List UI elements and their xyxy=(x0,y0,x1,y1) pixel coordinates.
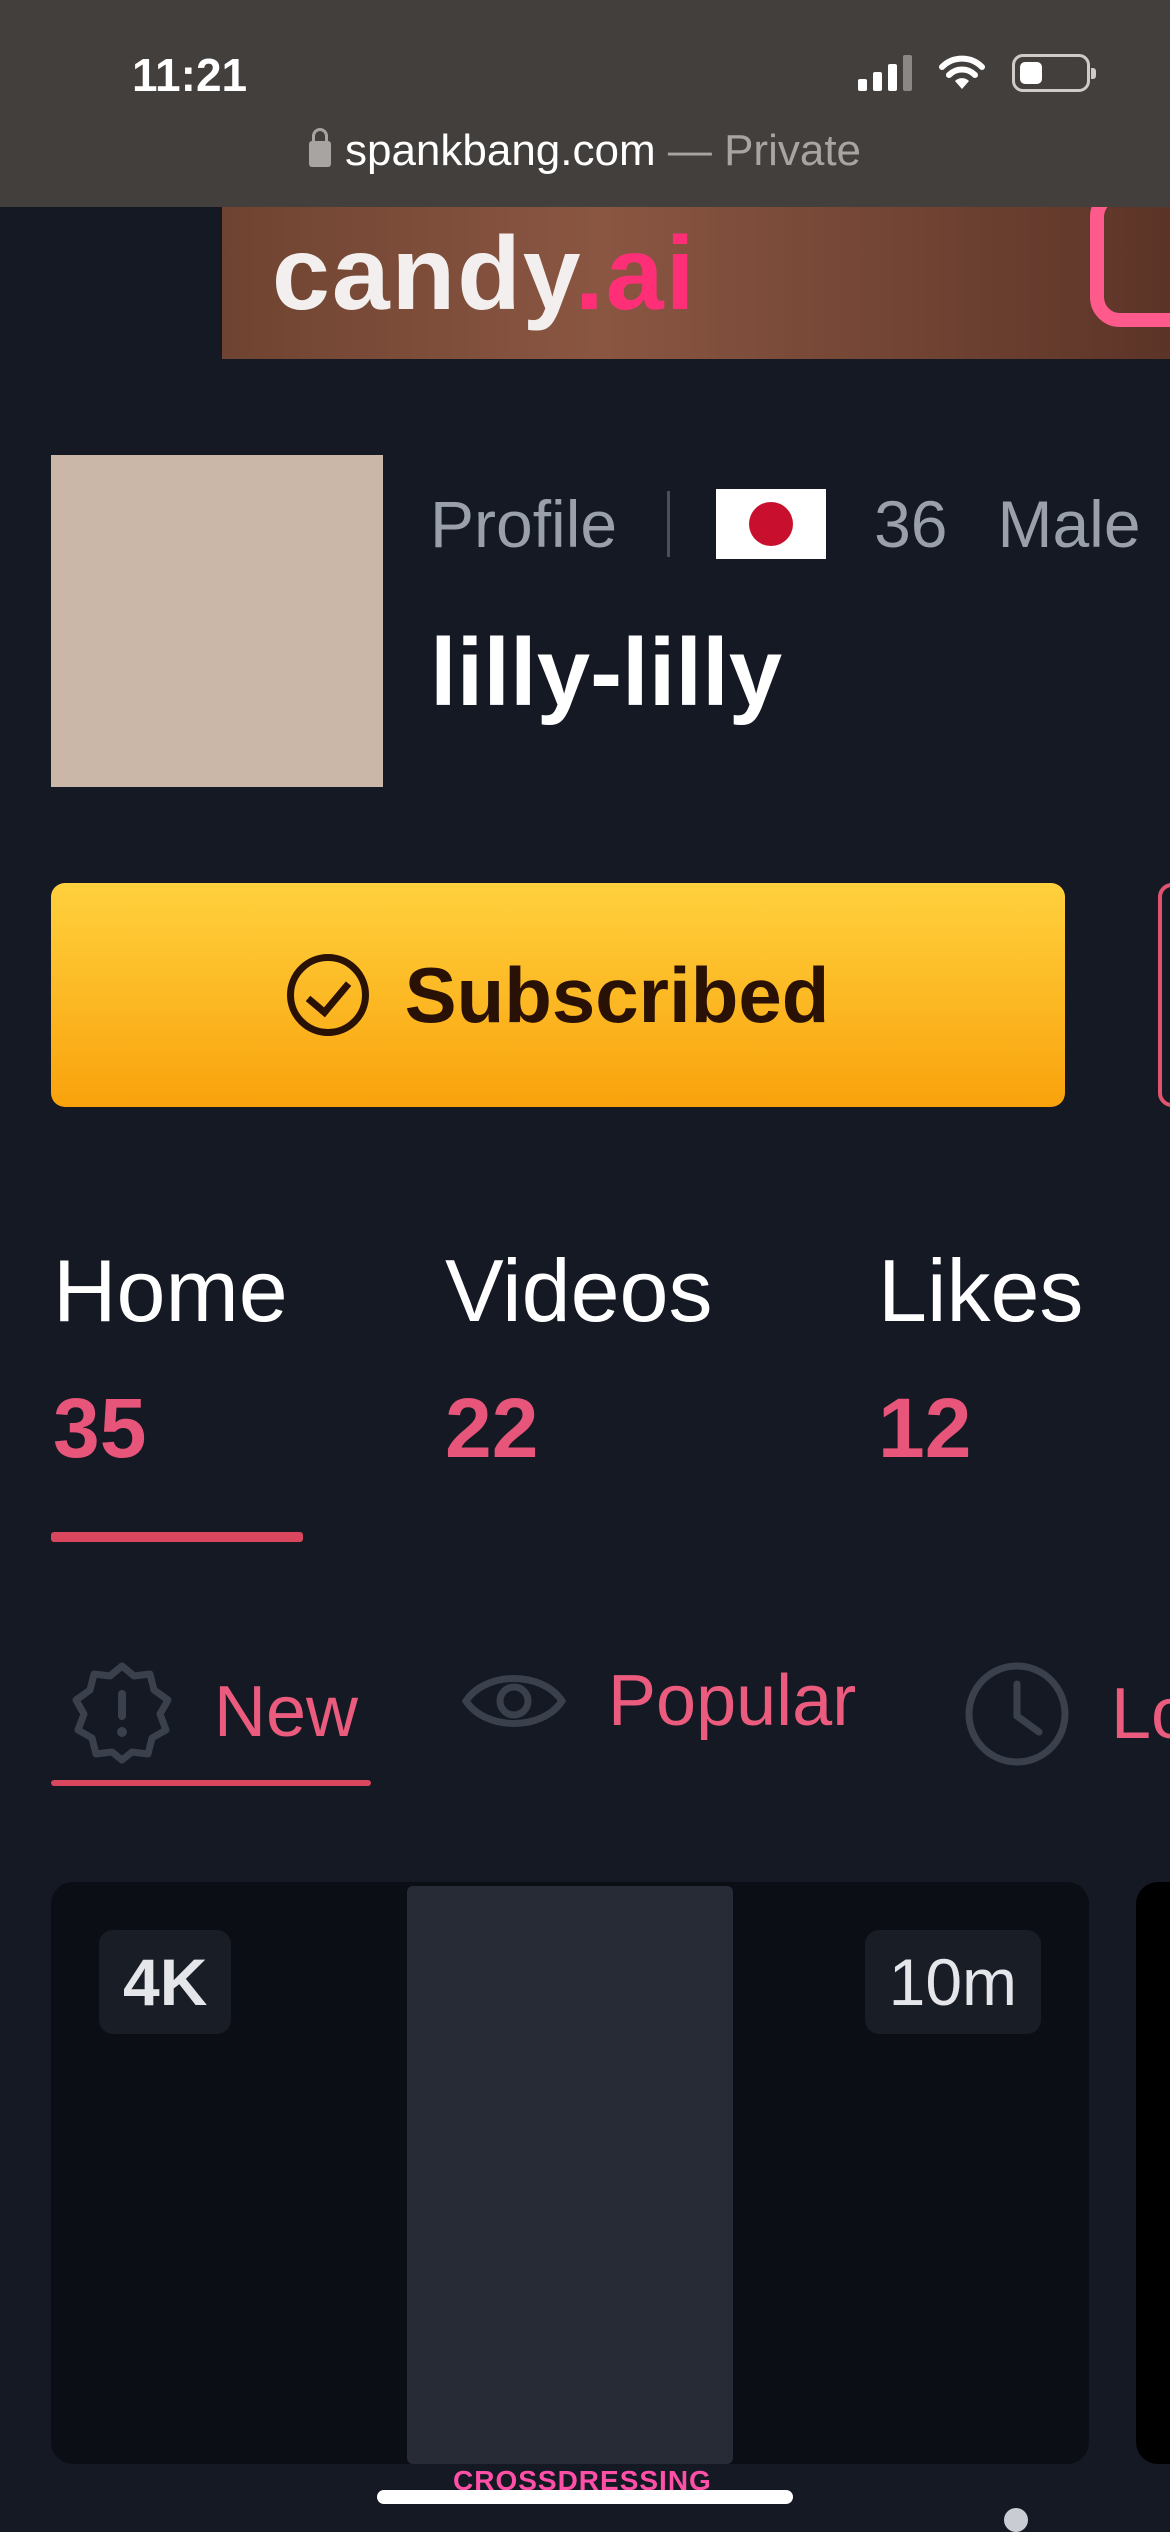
japan-flag-icon xyxy=(716,489,827,559)
sort-longest[interactable]: Lo xyxy=(963,1660,1170,1768)
check-circle-icon xyxy=(286,954,369,1036)
profile-gender: Male xyxy=(997,487,1141,561)
page-dot xyxy=(1004,2508,1028,2532)
lock-icon xyxy=(308,128,331,167)
meta-divider xyxy=(667,491,671,557)
next-video-card[interactable] xyxy=(1136,1882,1170,2464)
url-separator: — xyxy=(655,126,725,175)
profile-meta: Profile 36 Male xyxy=(430,486,1141,562)
new-badge-icon xyxy=(72,1662,172,1764)
subscribe-button[interactable]: Subscribed xyxy=(51,883,1065,1107)
ad-banner[interactable]: candy.ai xyxy=(222,207,1170,359)
home-indicator[interactable] xyxy=(377,2490,793,2504)
sort-new[interactable]: New xyxy=(70,1660,358,1764)
address-bar[interactable]: spankbang.com — Private xyxy=(0,126,1170,176)
ad-logo: candy.ai xyxy=(272,216,697,332)
tab-home-count: 35 xyxy=(53,1381,147,1475)
more-button[interactable] xyxy=(1158,883,1170,1107)
wifi-icon xyxy=(939,55,985,89)
quality-badge: 4K xyxy=(99,1930,232,2034)
profile-type-label: Profile xyxy=(430,487,618,561)
private-label: Private xyxy=(724,126,862,175)
tab-videos[interactable]: Videos 22 xyxy=(445,1240,712,1477)
tab-home-label: Home xyxy=(53,1241,288,1340)
profile-username: lilly-lilly xyxy=(430,619,783,726)
cellular-signal-icon xyxy=(858,55,912,91)
eye-icon xyxy=(461,1675,567,1727)
active-tab-indicator xyxy=(51,1532,303,1542)
browser-chrome: 11:21 spankbang.com — Private xyxy=(0,0,1170,207)
tab-likes-count: 12 xyxy=(878,1381,972,1475)
battery-icon xyxy=(1012,54,1096,92)
video-thumbnail[interactable] xyxy=(407,1886,733,2464)
status-icons xyxy=(858,54,1096,92)
duration-badge: 10m xyxy=(864,1930,1041,2034)
tab-likes[interactable]: Likes 12 xyxy=(878,1240,1083,1477)
battery-level xyxy=(1020,62,1042,84)
active-sort-indicator xyxy=(51,1780,371,1786)
sort-popular-label: Popular xyxy=(608,1661,857,1741)
video-card[interactable]: 4K 10m xyxy=(51,1882,1089,2464)
subscribe-label: Subscribed xyxy=(404,950,830,1039)
sort-longest-label: Lo xyxy=(1111,1674,1170,1754)
url-domain: spankbang.com xyxy=(344,126,656,175)
sort-new-label: New xyxy=(214,1672,359,1752)
clock-icon xyxy=(965,1662,1069,1766)
tab-videos-count: 22 xyxy=(445,1381,539,1475)
profile-age: 36 xyxy=(874,487,948,561)
sort-popular[interactable]: Popular xyxy=(460,1660,856,1742)
tab-videos-label: Videos xyxy=(445,1241,713,1340)
avatar xyxy=(51,455,383,787)
status-time: 11:21 xyxy=(132,49,248,101)
tab-home[interactable]: Home 35 xyxy=(53,1240,288,1477)
tab-likes-label: Likes xyxy=(878,1241,1084,1340)
ad-decoration xyxy=(1090,207,1170,327)
